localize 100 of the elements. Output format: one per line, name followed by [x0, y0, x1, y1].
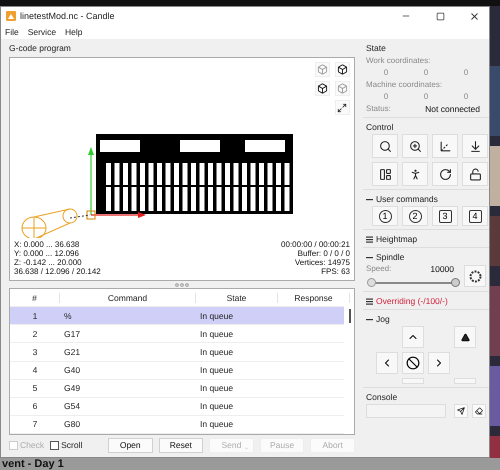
table-row[interactable]: 5 G49 In queue — [10, 380, 344, 398]
user-command-button[interactable]: 4 — [462, 206, 488, 226]
menu-icon[interactable] — [366, 298, 373, 304]
frame-icon — [378, 168, 392, 180]
table-row[interactable]: 4 G40 In queue — [10, 362, 344, 380]
section-title: Control — [366, 122, 394, 132]
z-up-button[interactable] — [454, 326, 476, 348]
unlock-icon — [468, 168, 482, 180]
table-cell-text: 4 — [32, 365, 38, 376]
eraser-icon — [475, 407, 483, 415]
gear-icon — [468, 270, 482, 282]
control-button[interactable] — [432, 134, 458, 158]
coordinate-value: 0 — [384, 92, 388, 101]
stop-button[interactable] — [402, 352, 424, 374]
table-cell-text: 2 — [32, 328, 38, 339]
control-button[interactable] — [402, 134, 428, 158]
send-button[interactable] — [454, 404, 468, 418]
field-label: Status: — [366, 104, 391, 114]
table-cell-text: G21 — [63, 346, 82, 357]
coordinate-value: 0 — [464, 92, 468, 101]
column-header[interactable]: State — [196, 292, 278, 303]
control-button[interactable] — [402, 162, 428, 186]
range-text: 36.638 / 12.096 / 20.142 — [14, 267, 101, 276]
speed-slider[interactable] — [366, 277, 460, 288]
user-command-button[interactable]: 3 — [432, 206, 458, 226]
table-cell-text: G54 — [63, 401, 82, 412]
jog-right-button[interactable] — [428, 352, 450, 374]
user-command-button[interactable]: 2 — [402, 206, 428, 226]
field-label: Work coordinates: — [366, 56, 432, 65]
section-title: Heightmap — [376, 234, 418, 244]
menu-item[interactable]: Service — [28, 27, 56, 37]
table-cell-text: In queue — [199, 310, 234, 321]
jog-up-button[interactable] — [402, 326, 424, 348]
field-label: Machine coordinates: — [366, 80, 444, 89]
view-cube-button[interactable] — [334, 62, 350, 77]
speed-value: 10000 — [430, 264, 454, 274]
stat-text: Vertices: 14975 — [294, 258, 350, 267]
action-button[interactable]: Open — [108, 438, 153, 452]
column-header[interactable]: Command — [60, 292, 196, 303]
table-cell-text: In queue — [199, 383, 234, 394]
checkbox[interactable]: Scroll — [50, 440, 82, 450]
close-icon[interactable] — [468, 10, 480, 22]
table-row[interactable]: 1 % In queue — [10, 307, 344, 326]
caption-text: vent - Day 1 — [2, 458, 64, 470]
table-cell-text: In queue — [199, 365, 234, 376]
table-cell-text: In queue — [199, 328, 234, 339]
coordinate-value: 0 — [424, 92, 428, 101]
axis-icon — [438, 140, 452, 152]
table-cell-text: G80 — [63, 419, 82, 430]
table-cell-text: In queue — [199, 401, 234, 412]
table-cell-text: G49 — [63, 383, 82, 394]
control-button[interactable] — [462, 134, 488, 158]
slider-thumb[interactable] — [451, 278, 460, 286]
stat-text: FPS: 63 — [320, 267, 350, 276]
section-title: State — [366, 43, 386, 53]
section-title: Spindle — [376, 252, 404, 262]
figure-icon — [408, 168, 422, 180]
table-cell-text: % — [63, 310, 73, 321]
control-button[interactable] — [432, 162, 458, 186]
table-cell-text: G40 — [63, 365, 82, 376]
fit-button[interactable] — [334, 100, 350, 115]
stat-text: Buffer: 0 / 0 / 0 — [296, 249, 350, 258]
group-title: G-code program — [8, 42, 72, 55]
control-button[interactable] — [372, 134, 398, 158]
user-command-button[interactable]: 1 — [372, 206, 398, 226]
menu-icon[interactable] — [366, 236, 373, 242]
table-cell-text: 3 — [32, 346, 38, 357]
action-button[interactable]: Reset — [158, 438, 204, 452]
stat-text: 00:00:00 / 00:00:21 — [281, 240, 350, 249]
zoom-icon — [408, 140, 422, 152]
window-title: linetestMod.nc - Candle — [20, 11, 116, 21]
arrow-down-icon — [468, 140, 482, 152]
table-cell-text: In queue — [199, 346, 234, 357]
gcode-viewer[interactable]: X: 0.000 ... 36.638 Y: 0.000 ... 12.096 Z: -0.142 ... 20.000 36.638 / 12.096 / 20.142 00:00:00 / 00:00:21 Buffer: 0 / 0 / 0 Vertices: 14975 FPS: 63 — [9, 57, 355, 281]
section-title: Overriding (-/100/-) — [376, 296, 448, 306]
spindle-button[interactable] — [464, 265, 486, 287]
scrollbar-thumb[interactable] — [349, 309, 351, 323]
jog-left-button[interactable] — [376, 352, 398, 374]
status-value: Not connected — [425, 104, 480, 114]
stop-icon — [406, 356, 420, 370]
menu-item[interactable]: Help — [65, 27, 83, 37]
view-cube-button[interactable] — [314, 81, 330, 96]
splitter-handle-icon[interactable] — [175, 282, 189, 286]
clear-button[interactable] — [472, 404, 486, 418]
section-title: Jog — [376, 314, 390, 324]
range-text: X: 0.000 ... 36.638 — [14, 240, 80, 249]
triangle-icon — [460, 332, 470, 342]
maximize-icon[interactable] — [436, 12, 444, 20]
control-button[interactable] — [372, 162, 398, 186]
control-button[interactable] — [462, 162, 488, 186]
section-title: Console — [366, 392, 398, 402]
column-header[interactable]: # — [10, 292, 60, 303]
range-text: Z: -0.142 ... 20.000 — [14, 258, 83, 267]
table-cell-text: In queue — [199, 419, 234, 430]
coordinate-value: 0 — [424, 68, 428, 77]
table-cell-text: 5 — [32, 383, 38, 394]
menu-item[interactable]: File — [5, 27, 19, 37]
coordinate-value: 0 — [384, 68, 388, 77]
field-label: Speed: — [366, 264, 392, 274]
column-header[interactable]: Response — [278, 292, 350, 303]
